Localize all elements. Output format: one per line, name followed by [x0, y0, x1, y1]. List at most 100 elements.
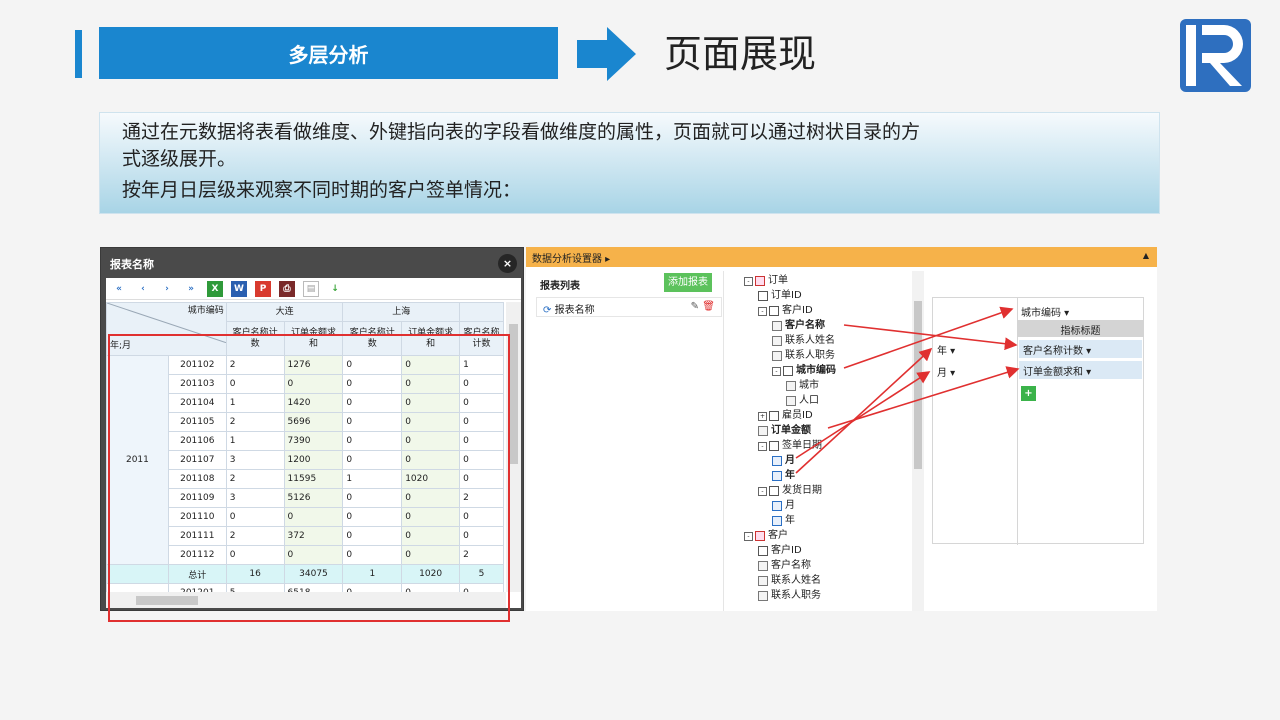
description-line: 按年月日层级来观察不同时期的客户签单情况： — [122, 179, 522, 201]
table-cell: 0 — [283, 545, 344, 565]
last-page-icon[interactable]: » — [183, 281, 199, 297]
table-cell: 5126 — [283, 488, 344, 508]
table-cell: 201108 — [167, 469, 227, 489]
arrow-year — [795, 347, 933, 474]
table-cell — [106, 564, 169, 584]
table-cell: 0 — [342, 545, 403, 565]
measure-header: 客户名称计数 — [225, 321, 285, 356]
table-cell: 201102 — [167, 355, 227, 375]
table-cell: 2 — [225, 355, 285, 375]
table-cell: 1020 — [401, 469, 461, 489]
measure-header: 客户名称计数 — [459, 321, 504, 356]
next-page-icon[interactable]: › — [159, 281, 175, 297]
table-cell: 0 — [342, 355, 403, 375]
table-cell: 3 — [225, 488, 285, 508]
logo-icon — [1180, 19, 1251, 92]
total-cell: 1 — [342, 564, 403, 584]
table-cell: 0 — [401, 545, 461, 565]
table-cell: 2 — [225, 469, 285, 489]
table-cell: 3 — [225, 450, 285, 470]
scrollbar-thumb[interactable] — [509, 324, 518, 464]
table-cell: 2 — [459, 545, 504, 565]
print-icon[interactable]: ⎙ — [279, 280, 295, 297]
scrollbar-thumb[interactable] — [136, 596, 198, 605]
table-cell: 0 — [459, 450, 504, 470]
table-cell: 1 — [225, 393, 285, 413]
report-grid: 城市编码 年;月 大连 上海 客户名称计数 订单金额求和 客户名称计数 订单金额… — [106, 302, 504, 592]
total-cell: 总计 — [167, 564, 227, 584]
report-window: 报表名称 × « ‹ › » X W P ⎙ ▤ ↓ 城市编码 年;月 大连 上… — [100, 247, 524, 622]
export-pdf-icon[interactable]: P — [255, 280, 271, 297]
table-cell: 0 — [342, 374, 403, 394]
table-cell: 1 — [225, 431, 285, 451]
table-cell: 201104 — [167, 393, 227, 413]
table-cell: 0 — [459, 374, 504, 394]
table-cell: 1 — [459, 355, 504, 375]
table-cell: 1 — [342, 469, 403, 489]
table-cell: 0 — [342, 583, 403, 592]
table-cell: 7390 — [283, 431, 344, 451]
table-cell: 201111 — [167, 526, 227, 546]
settings-panel: 数据分析设置器 ▸ ▲ 报表列表 添加报表 ⟳ 报表名称 ✎ 🗑 - 订单 订单ID -… — [526, 247, 1157, 611]
table-cell: 0 — [459, 526, 504, 546]
table-cell: 0 — [401, 507, 461, 527]
arrow-month — [795, 371, 931, 459]
close-icon[interactable]: × — [498, 254, 517, 273]
total-cell: 1020 — [401, 564, 461, 584]
download-icon[interactable]: ↓ — [327, 281, 343, 297]
arrow-city-code — [843, 306, 1014, 369]
table-cell: 0 — [459, 469, 504, 489]
table-cell: 0 — [459, 393, 504, 413]
report-window-title: 报表名称 × — [101, 248, 523, 278]
document-icon[interactable]: ▤ — [303, 280, 319, 297]
prev-page-icon[interactable]: ‹ — [135, 281, 151, 297]
table-cell: 1200 — [283, 450, 344, 470]
table-cell: 0 — [225, 374, 285, 394]
table-cell: 0 — [225, 507, 285, 527]
table-cell: 5696 — [283, 412, 344, 432]
vertical-scrollbar[interactable] — [506, 302, 521, 592]
report-rows: 2011 201102 2 1276 0 0 1 201103 0 0 0 0 0 201104 1 1420… — [106, 355, 504, 592]
export-word-icon[interactable]: W — [231, 280, 247, 297]
description-box: 通过在元数据将表看做维度、外键指向表的字段看做维度的属性，页面就可以通过树状目录… — [99, 112, 1160, 214]
table-cell: 0 — [225, 545, 285, 565]
table-cell: 5 — [225, 583, 285, 592]
corner-top-label: 城市编码 — [187, 306, 224, 316]
report-body: « ‹ › » X W P ⎙ ▤ ↓ 城市编码 年;月 大连 上海 客户名称计… — [106, 278, 521, 622]
report-toolbar: « ‹ › » X W P ⎙ ▤ ↓ — [106, 278, 521, 300]
table-cell: 0 — [342, 526, 403, 546]
table-cell: 0 — [401, 393, 461, 413]
arrow-customer-name — [843, 324, 1018, 351]
year-cell: 2011 — [106, 355, 169, 565]
export-excel-icon[interactable]: X — [207, 280, 223, 297]
table-cell: 11595 — [283, 469, 344, 489]
table-cell: 201103 — [167, 374, 227, 394]
table-cell: 0 — [401, 526, 461, 546]
table-cell: 1420 — [283, 393, 344, 413]
table-cell: 201110 — [167, 507, 227, 527]
total-cell: 5 — [459, 564, 504, 584]
first-page-icon[interactable]: « — [111, 281, 127, 297]
table-cell: 0 — [342, 412, 403, 432]
table-row: 2011 201102 2 1276 0 0 1 — [106, 355, 504, 565]
mapping-arrows — [795, 306, 1020, 474]
description-line: 通过在元数据将表看做维度、外键指向表的字段看做维度的属性，页面就可以通过树状目录… — [122, 121, 921, 143]
accent-bar — [75, 30, 82, 78]
table-cell: 0 — [401, 450, 461, 470]
table-cell: 0 — [342, 507, 403, 527]
horizontal-scrollbar[interactable] — [106, 592, 506, 608]
table-cell: 2 — [225, 412, 285, 432]
table-cell: 201105 — [167, 412, 227, 432]
table-cell: 0 — [401, 488, 461, 508]
table-cell: 0 — [342, 450, 403, 470]
report-table: 城市编码 年;月 大连 上海 客户名称计数 订单金额求和 客户名称计数 订单金额… — [106, 302, 504, 592]
table-cell: 0 — [342, 488, 403, 508]
table-cell: 1276 — [283, 355, 344, 375]
table-cell: 201109 — [167, 488, 227, 508]
table-cell: 0 — [283, 507, 344, 527]
city-header — [459, 302, 504, 322]
table-cell: 2 — [225, 526, 285, 546]
table-row: 20120156518000 — [106, 583, 504, 592]
table-cell: 0 — [459, 507, 504, 527]
corner-cell: 城市编码 年;月 — [106, 302, 227, 356]
